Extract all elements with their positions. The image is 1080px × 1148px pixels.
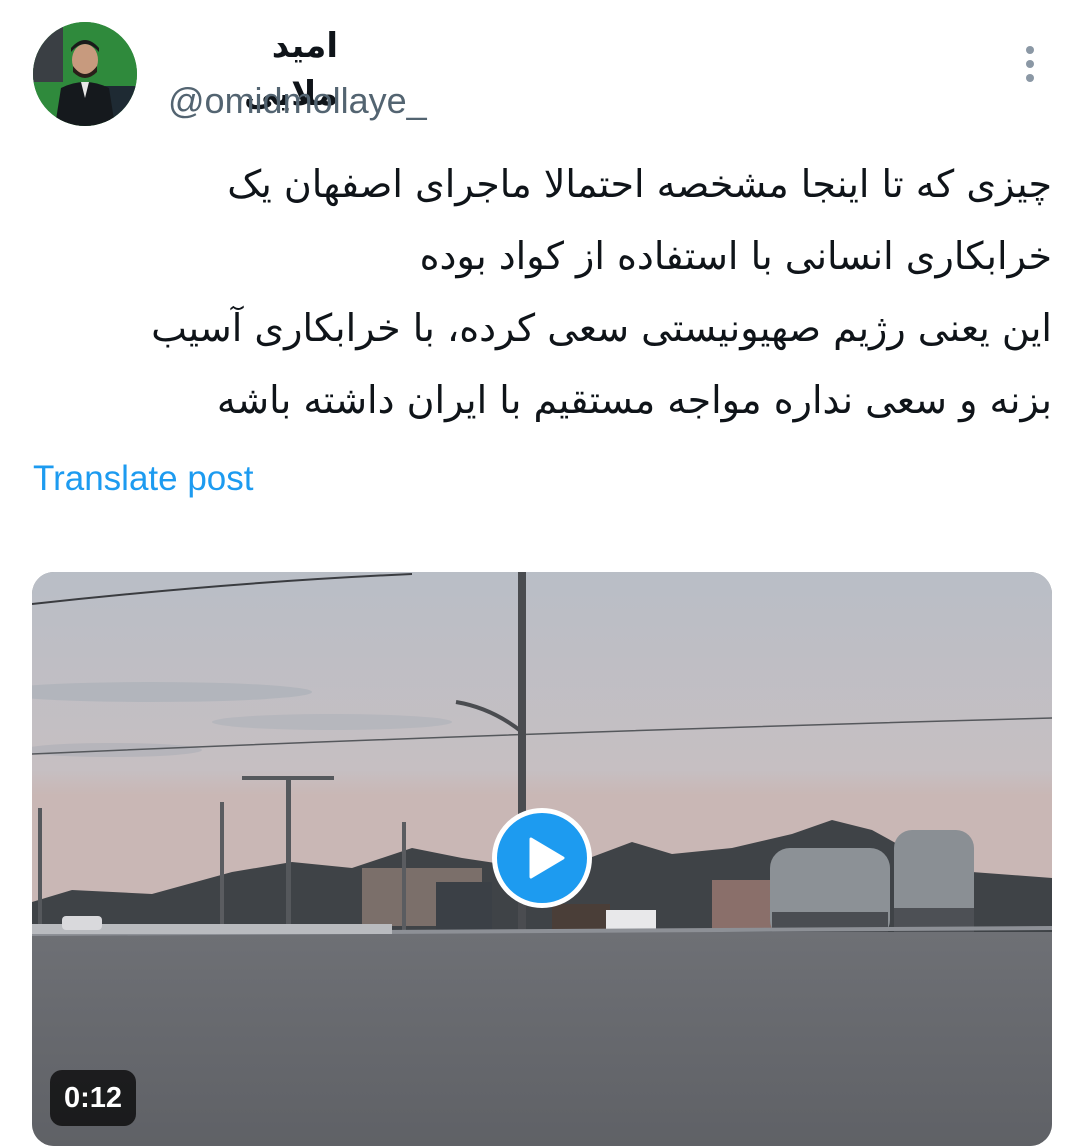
post-card: امید ملایی @omidmollaye_ چیزی که تا اینج… [0,0,1080,1148]
post-text-line: این یعنی رژیم صهیونیستی سعی کرده، با خرا… [151,306,1052,350]
more-options-button[interactable] [1010,42,1050,86]
post-text-line: خرابکاری انسانی با استفاده از کواد بوده [419,234,1052,278]
play-button[interactable] [492,808,592,908]
post-text: چیزی که تا اینجا مشخصه احتمالا ماجرای اص… [30,148,1052,436]
post-text-line: چیزی که تا اینجا مشخصه احتمالا ماجرای اص… [227,162,1052,206]
play-icon [529,837,565,879]
more-vertical-icon-dot [1026,60,1034,68]
translate-post-link[interactable]: Translate post [33,456,253,502]
more-vertical-icon [1026,46,1034,54]
post-text-line: بزنه و سعی نداره مواجه مستقیم با ایران د… [216,378,1052,422]
video-player[interactable]: 0:12 [32,572,1052,1146]
video-duration-badge: 0:12 [50,1070,137,1126]
avatar[interactable] [33,22,137,126]
more-vertical-icon-dot [1026,74,1034,82]
author-handle[interactable]: @omidmollaye_ [168,78,427,124]
